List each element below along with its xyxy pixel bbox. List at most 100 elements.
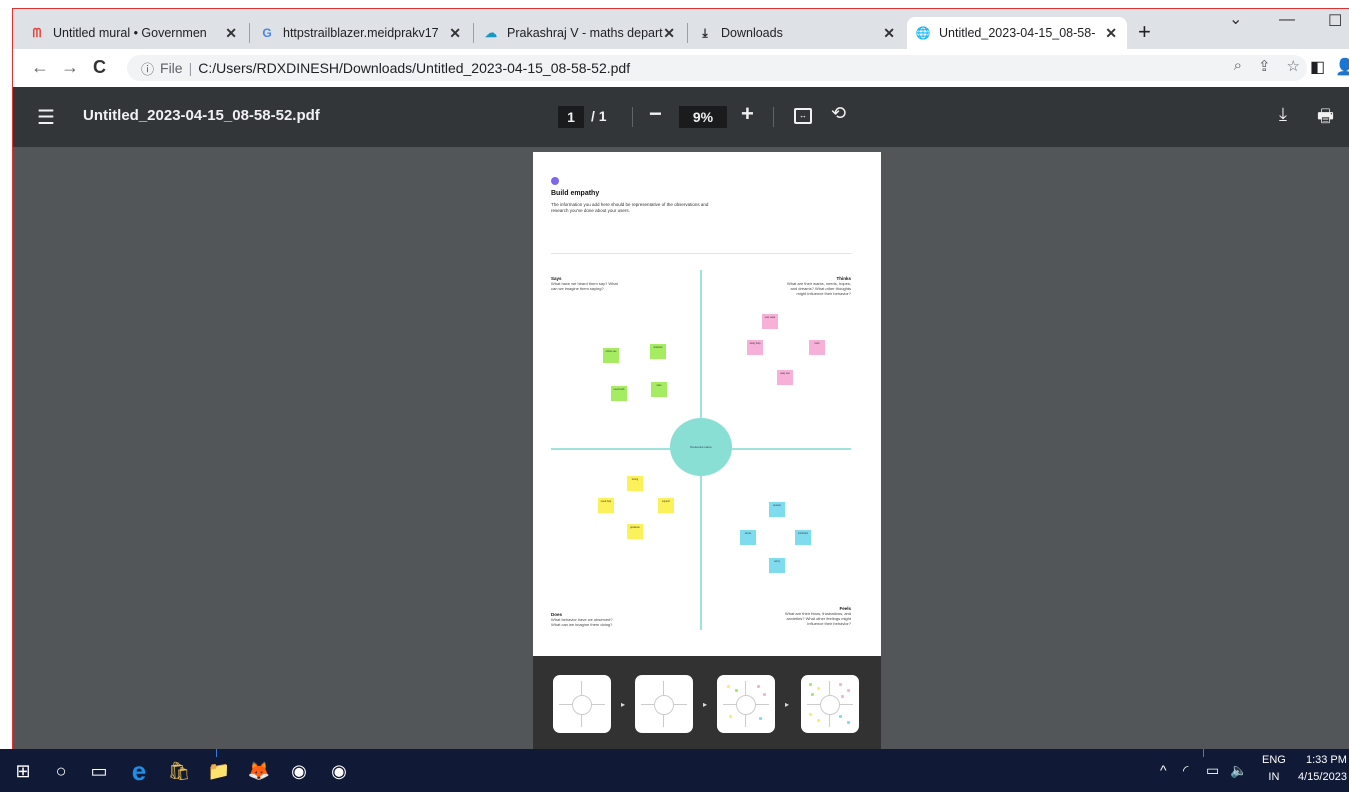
tab-title: Untitled_2023-04-15_08-58-	[939, 26, 1096, 40]
step-thumbnail-4	[801, 675, 859, 733]
step-thumbnail-2	[635, 675, 693, 733]
clock[interactable]: 1:33 PM 4/15/2023	[1298, 752, 1347, 786]
arrow-icon: ▸	[785, 700, 790, 709]
windows-start-icon[interactable]: ⊞	[10, 759, 36, 783]
volume-icon[interactable]: 🔈	[1230, 762, 1247, 779]
sticky-note: confusion	[795, 530, 811, 545]
close-icon[interactable]: ✕	[1105, 25, 1117, 42]
sticky-note: user ease	[762, 314, 778, 329]
rotate-icon[interactable]: ⟲	[831, 103, 846, 124]
zoom-icon[interactable]: ⌕	[1234, 57, 1242, 75]
firefox-icon[interactable]: 🦊	[246, 759, 272, 783]
minimize-icon[interactable]: —	[1279, 11, 1295, 29]
fit-page-icon[interactable]: ↔	[794, 108, 812, 124]
battery-icon[interactable]: ▭	[1206, 762, 1219, 779]
page-total: / 1	[591, 108, 607, 124]
tab-separator	[473, 23, 474, 43]
quadrant-thinks: Thinks What are their wants, needs, hope…	[781, 276, 851, 296]
task-view-icon[interactable]: ▭	[86, 759, 112, 783]
windows-taskbar: ⊞ ○ ▭ e 🛍 📁 🦊 ◉ ◉ ^ ◜ ▭ 🔈 ENG IN 1:33 PM…	[0, 749, 1349, 792]
address-bar[interactable]: ⓘ File | C:/Users/RDXDINESH/Downloads/Un…	[127, 55, 1307, 81]
close-icon[interactable]: ✕	[663, 25, 675, 42]
tab-title: Untitled mural • Governmen	[53, 26, 207, 40]
quadrant-does: Does What behavior have we observed? Wha…	[551, 612, 621, 627]
download-icon: ⤓	[702, 25, 708, 40]
sticky-note: worry	[769, 558, 785, 573]
store-icon[interactable]: 🛍	[166, 759, 192, 783]
tab-search-chevron-icon[interactable]: ⌄	[1229, 9, 1242, 29]
bookmark-star-icon[interactable]: ☆	[1287, 57, 1300, 75]
taskbar-accent	[216, 749, 217, 757]
new-tab-button[interactable]: +	[1138, 19, 1151, 45]
clock-time: 1:33 PM	[1305, 754, 1347, 766]
step-thumbnail-3	[717, 675, 775, 733]
wifi-icon[interactable]: ◜	[1183, 762, 1188, 779]
step-thumbnail-1	[553, 675, 611, 733]
sticky-note: stress	[740, 530, 756, 545]
persona-circle: Persona's name	[670, 418, 732, 476]
search-icon[interactable]: ○	[48, 759, 74, 783]
quadrant-prompt: What behavior have we observed? What can…	[551, 617, 613, 627]
side-panel-icon[interactable]: ◧	[1310, 57, 1325, 77]
salesforce-icon: ☁	[485, 26, 497, 40]
tab-downloads[interactable]: ⤓ Downloads ✕	[689, 17, 905, 49]
navigation-toolbar: ← → C ⓘ File | C:/Users/RDXDINESH/Downlo…	[13, 49, 1349, 87]
sticky-note: easy use	[777, 370, 793, 385]
tab-trailblazer[interactable]: G httpstrailblazer.meidprakv17 ✕	[251, 17, 471, 49]
tab-prakashraj[interactable]: ☁ Prakashraj V - maths depart ✕	[475, 17, 685, 49]
arrow-icon: ▸	[703, 700, 708, 709]
doc-title: Build empathy	[551, 190, 600, 197]
maximize-icon[interactable]: ☐	[1328, 11, 1342, 31]
language-code: ENG	[1262, 754, 1286, 766]
url-separator: |	[188, 60, 193, 76]
forward-icon[interactable]: →	[61, 57, 79, 78]
tab-separator	[249, 23, 250, 43]
quadrant-prompt: What have we heard them say? What can we…	[551, 281, 618, 291]
chrome-icon[interactable]: ◉	[286, 759, 312, 783]
zoom-out-button[interactable]: −	[649, 101, 662, 127]
tab-mural[interactable]: ᗰ Untitled mural • Governmen ✕	[21, 17, 247, 49]
tab-pdf-active[interactable]: 🌐 Untitled_2023-04-15_08-58- ✕	[907, 17, 1127, 49]
profile-avatar[interactable]: 👤	[1335, 57, 1349, 77]
back-icon[interactable]: ←	[31, 57, 49, 78]
pdf-toolbar: ☰ Untitled_2023-04-15_08-58-52.pdf 1 / 1…	[13, 87, 1349, 147]
omnibox-actions: ⌕ ⇪ ☆	[1234, 57, 1300, 75]
google-icon: G	[262, 26, 272, 40]
pdf-viewer-area[interactable]: Build empathy The information you add he…	[13, 147, 1349, 752]
zoom-level-input[interactable]: 9%	[679, 106, 727, 128]
mural-icon: ᗰ	[32, 25, 42, 40]
pdf-page-footer: ▸ ▸ ▸	[533, 656, 881, 750]
info-icon[interactable]: ⓘ	[141, 59, 154, 78]
language-indicator[interactable]: ENG IN	[1262, 752, 1286, 786]
url-text[interactable]: C:/Users/RDXDINESH/Downloads/Untitled_20…	[198, 60, 630, 76]
divider	[551, 253, 851, 254]
close-icon[interactable]: ✕	[449, 25, 461, 42]
toolbar-divider	[632, 107, 633, 127]
sticky-note: students	[650, 344, 666, 359]
menu-icon[interactable]: ☰	[37, 105, 55, 130]
sticky-note: tools	[809, 340, 825, 355]
sticky-note: support	[658, 498, 674, 513]
edge-icon[interactable]: e	[126, 756, 152, 786]
quadrant-says: Says What have we heard them say? What c…	[551, 276, 621, 291]
file-explorer-icon[interactable]: 📁	[206, 759, 232, 783]
quadrant-prompt: What are their wants, needs, hopes, and …	[786, 281, 851, 296]
print-icon[interactable]: 🖶	[1317, 104, 1334, 134]
sticky-note: timing	[627, 476, 643, 491]
close-icon[interactable]: ✕	[225, 25, 237, 42]
doc-description: The information you add here should be r…	[551, 202, 709, 213]
url-scheme: File	[160, 60, 183, 76]
sticky-note: guidance	[627, 524, 643, 539]
persona-label: Persona's name	[690, 445, 712, 449]
chrome-profile-icon[interactable]: ◉	[326, 759, 352, 783]
page-number-input[interactable]: 1	[558, 106, 584, 128]
close-icon[interactable]: ✕	[883, 25, 895, 42]
reload-icon[interactable]: C	[93, 57, 106, 78]
tray-chevron-icon[interactable]: ^	[1160, 762, 1167, 778]
clock-date: 4/15/2023	[1298, 771, 1347, 783]
share-icon[interactable]: ⇪	[1258, 57, 1271, 75]
sticky-note: need tools	[611, 386, 627, 401]
download-icon[interactable]: ⤓	[1279, 104, 1287, 125]
sticky-note: sites	[651, 382, 667, 397]
zoom-in-button[interactable]: +	[741, 101, 754, 127]
